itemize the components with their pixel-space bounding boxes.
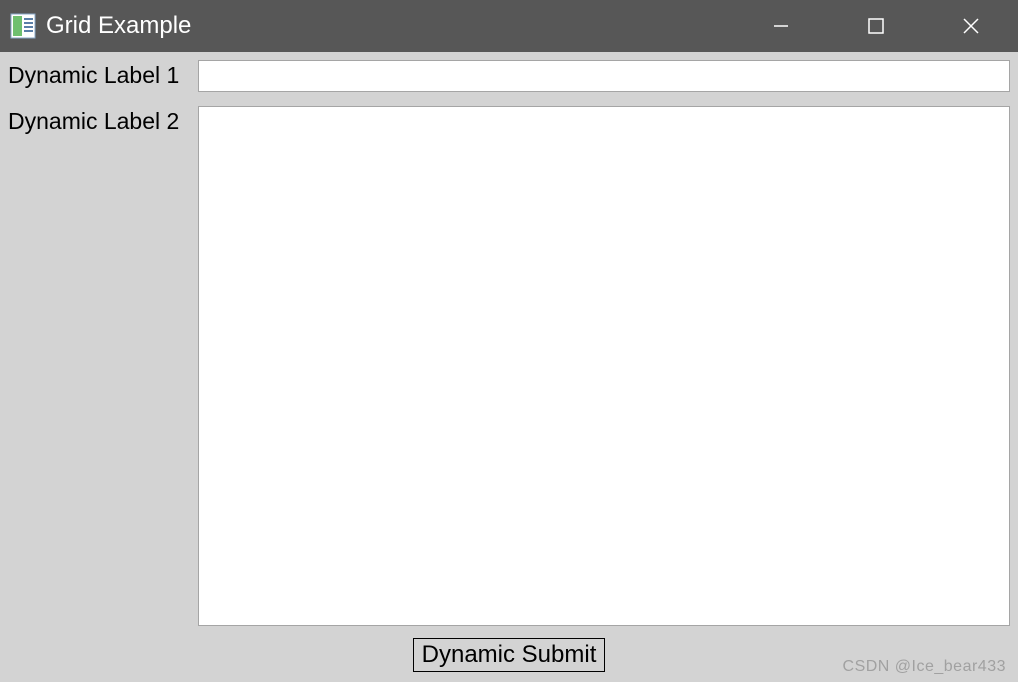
label-1: Dynamic Label 1 — [8, 60, 188, 89]
client-area: Dynamic Label 1 Dynamic Label 2 Dynamic … — [0, 52, 1018, 682]
maximize-button[interactable] — [828, 0, 923, 52]
app-icon — [10, 13, 36, 39]
maximize-icon — [867, 17, 885, 35]
label-2: Dynamic Label 2 — [8, 106, 188, 135]
titlebar: Grid Example — [0, 0, 1018, 52]
submit-button[interactable]: Dynamic Submit — [413, 638, 606, 672]
app-window: Grid Example Dynamic Label 1 Dynamic Lab… — [0, 0, 1018, 682]
text-input-1[interactable] — [198, 60, 1010, 92]
form-grid: Dynamic Label 1 Dynamic Label 2 — [8, 60, 1010, 626]
minimize-button[interactable] — [733, 0, 828, 52]
close-icon — [961, 16, 981, 36]
close-button[interactable] — [923, 0, 1018, 52]
window-title: Grid Example — [46, 12, 191, 40]
button-row: Dynamic Submit — [8, 626, 1010, 674]
text-area-2[interactable] — [198, 106, 1010, 626]
minimize-icon — [772, 17, 790, 35]
